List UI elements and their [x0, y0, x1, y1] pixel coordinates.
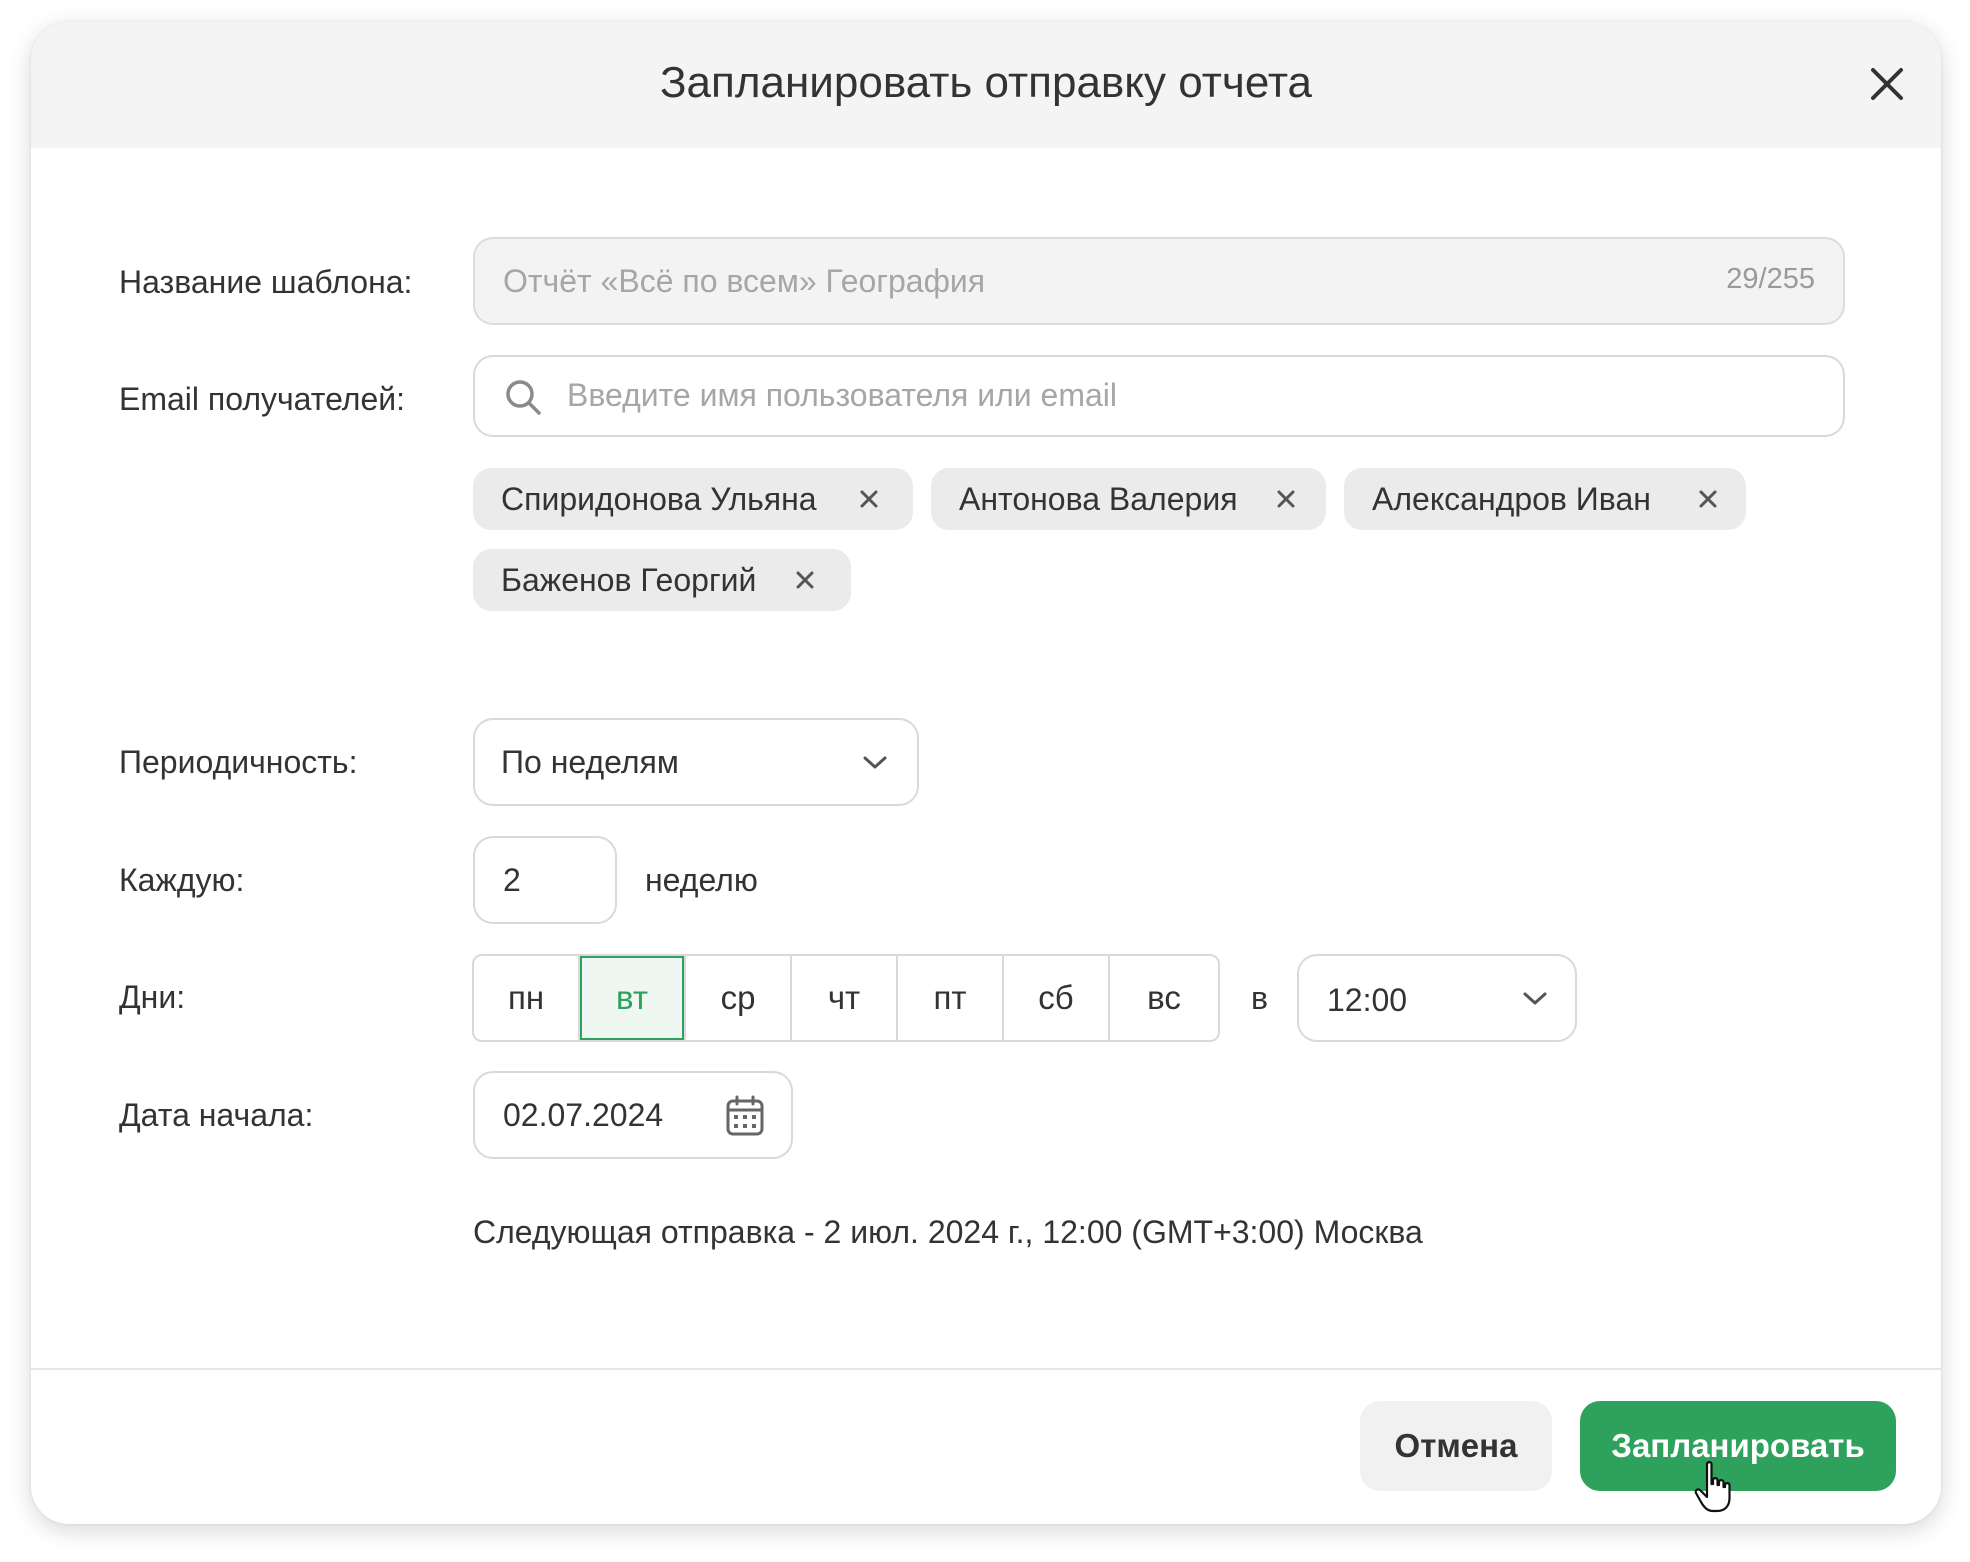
time-value: 12:00 [1327, 982, 1408, 1018]
start-date-input[interactable]: 02.07.2024 [473, 1071, 793, 1159]
day-fri[interactable]: пт [898, 956, 1004, 1040]
recipients-search-input[interactable]: Введите имя пользователя или email [473, 355, 1845, 437]
time-select[interactable]: 12:00 [1297, 954, 1577, 1042]
template-name-label: Название шаблона: [119, 264, 413, 300]
day-mon[interactable]: пн [474, 956, 580, 1040]
recipient-chip-label: Антонова Валерия [959, 481, 1238, 517]
day-sat[interactable]: сб [1004, 956, 1110, 1040]
start-date-label: Дата начала: [119, 1097, 314, 1133]
day-thu[interactable]: чт [792, 956, 898, 1040]
every-interval-input[interactable]: 2 [473, 836, 617, 924]
cancel-button[interactable]: Отмена [1360, 1401, 1552, 1491]
dialog-header: Запланировать отправку отчета [31, 22, 1941, 148]
every-interval-value: 2 [503, 862, 521, 898]
hand-cursor-icon [1694, 1461, 1731, 1513]
weekday-selector: пн вт ср чт пт сб вс [472, 954, 1220, 1042]
template-name-value: Отчёт «Всё по всем» География [503, 263, 986, 299]
schedule-report-dialog: Запланировать отправку отчета Название ш… [31, 22, 1941, 1524]
recipient-chip: Антонова Валерия [931, 468, 1326, 530]
start-date-value: 02.07.2024 [503, 1097, 664, 1133]
schedule-button[interactable]: Запланировать [1580, 1401, 1896, 1491]
day-sun[interactable]: вс [1110, 956, 1218, 1040]
template-name-field[interactable]: Отчёт «Всё по всем» География 29/255 [473, 237, 1845, 325]
days-label: Дни: [119, 979, 186, 1015]
interval-unit: неделю [645, 862, 758, 898]
remove-chip-icon[interactable] [859, 489, 879, 509]
search-icon [506, 380, 541, 415]
dialog-title: Запланировать отправку отчета [659, 58, 1312, 107]
recipient-chip-label: Баженов Георгий [501, 562, 757, 598]
periodicity-value: По неделям [501, 744, 679, 780]
at-label: в [1251, 980, 1268, 1016]
recipient-chip-label: Спиридонова Ульяна [501, 481, 817, 517]
recipient-chip: Баженов Георгий [473, 549, 851, 611]
remove-chip-icon[interactable] [1698, 489, 1718, 509]
recipient-chip: Спиридонова Ульяна [473, 468, 913, 530]
remove-chip-icon[interactable] [1276, 489, 1296, 509]
calendar-icon[interactable] [725, 1095, 765, 1137]
periodicity-label: Периодичность: [119, 744, 358, 780]
chevron-down-icon [863, 756, 887, 769]
day-wed[interactable]: ср [686, 956, 792, 1040]
next-send-info: Следующая отправка - 2 июл. 2024 г., 12:… [473, 1214, 1423, 1250]
close-icon[interactable] [1867, 64, 1907, 104]
recipient-chip-label: Александров Иван [1372, 481, 1651, 517]
chevron-down-icon [1523, 992, 1547, 1005]
char-counter: 29/255 [1726, 263, 1815, 295]
day-tue[interactable]: вт [580, 956, 686, 1040]
every-label: Каждую: [119, 862, 245, 898]
periodicity-select[interactable]: По неделям [473, 718, 919, 806]
footer-divider [31, 1368, 1941, 1370]
recipient-chip: Александров Иван [1344, 468, 1746, 530]
recipients-placeholder: Введите имя пользователя или email [567, 377, 1118, 413]
recipients-label: Email получателей: [119, 381, 406, 417]
remove-chip-icon[interactable] [795, 570, 815, 590]
